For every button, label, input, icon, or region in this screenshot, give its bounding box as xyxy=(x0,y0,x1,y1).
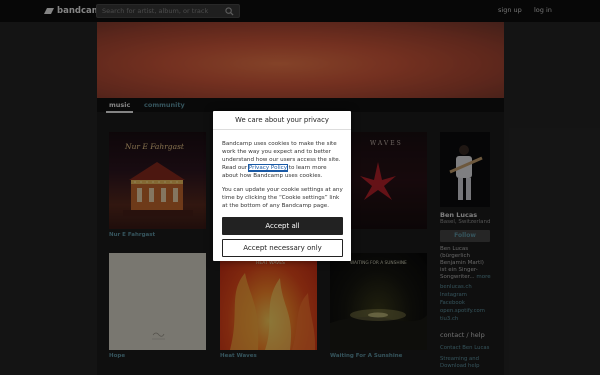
accept-necessary-button[interactable]: Accept necessary only xyxy=(222,239,343,257)
accept-all-button[interactable]: Accept all xyxy=(222,217,343,235)
dialog-body: Bandcamp uses cookies to make the site w… xyxy=(222,140,343,216)
dialog-paragraph-1: Bandcamp uses cookies to make the site w… xyxy=(222,140,343,180)
dialog-paragraph-2: You can update your cookie settings at a… xyxy=(222,187,343,209)
privacy-policy-link[interactable]: Privacy Policy xyxy=(247,164,289,172)
dialog-title: We care about your privacy xyxy=(213,111,351,130)
cookie-consent-dialog: We care about your privacy Bandcamp uses… xyxy=(213,111,351,261)
